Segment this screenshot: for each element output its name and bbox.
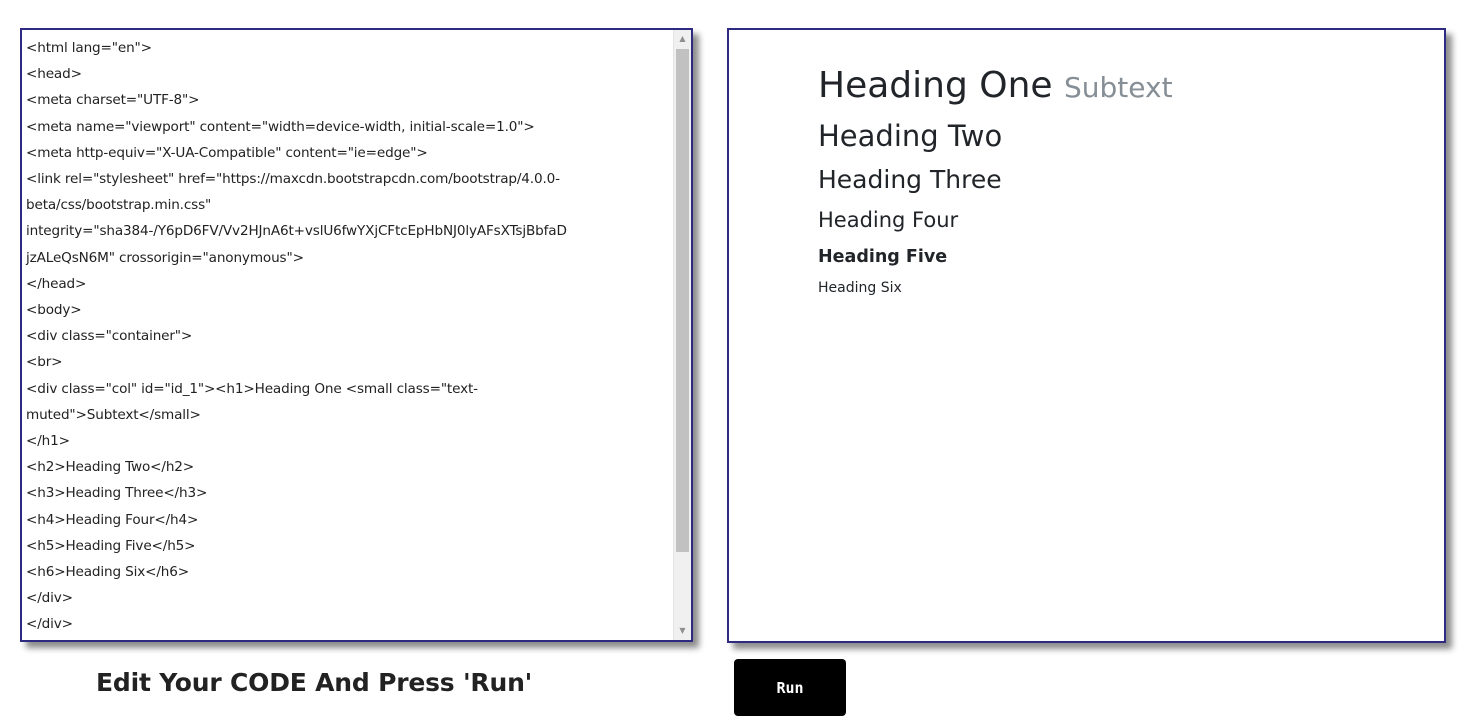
preview-heading-four: Heading Four <box>818 208 959 232</box>
heading-one-subtext: Subtext <box>1064 71 1173 104</box>
code-editor[interactable]: <html lang="en"> <head> <meta charset="U… <box>20 28 693 642</box>
preview-heading-one: Heading One Subtext <box>818 64 1173 110</box>
preview-heading-two: Heading Two <box>818 119 1003 153</box>
run-button[interactable]: Run <box>734 659 846 716</box>
preview-heading-six: Heading Six <box>818 280 902 296</box>
editor-scrollbar[interactable]: ▲ ▼ <box>673 30 691 640</box>
instruction-caption: Edit Your CODE And Press 'Run' <box>96 668 533 697</box>
scroll-down-icon[interactable]: ▼ <box>674 623 691 639</box>
preview-panel: Heading One Subtext Heading Two Heading … <box>727 28 1446 643</box>
heading-one-text: Heading One <box>818 65 1053 106</box>
code-textarea[interactable]: <html lang="en"> <head> <meta charset="U… <box>26 35 678 638</box>
preview-heading-three: Heading Three <box>818 165 1002 194</box>
scroll-thumb[interactable] <box>676 49 689 552</box>
scroll-up-icon[interactable]: ▲ <box>674 31 691 47</box>
preview-heading-five: Heading Five <box>818 247 948 267</box>
